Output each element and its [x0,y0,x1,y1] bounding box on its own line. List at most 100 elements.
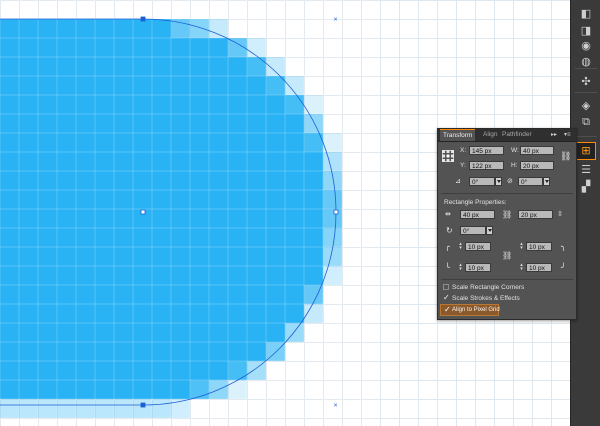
corner-br-stepper[interactable]: ▴ ▾ [519,263,524,272]
corner-type-tr-icon[interactable]: ╮ [561,242,566,251]
tab-align[interactable]: Align [480,129,500,141]
bounding-corner-handle[interactable]: × [334,17,338,24]
pixel-cell [266,57,285,76]
transform-icon[interactable]: ⊞ [576,142,596,160]
pathfinder-icon[interactable]: ▞ [577,179,595,195]
pixel-cell [38,95,57,114]
layers-icon[interactable]: ◈ [577,98,595,114]
align-icon[interactable]: ☰ [577,162,595,178]
corner-type-bl-icon[interactable]: ╰ [445,263,450,272]
corner-type-br-icon[interactable]: ╯ [561,263,566,272]
pixel-cell [114,152,133,171]
pixel-cell [285,95,304,114]
corner-tl-stepper[interactable]: ▴ ▾ [458,242,463,251]
pixel-cell [152,190,171,209]
rect-rotate-dropdown[interactable] [486,226,493,235]
anchor-point[interactable] [140,16,146,22]
link-wh-icon[interactable]: ⛓ [502,210,512,219]
align-pixel-grid-label: Align to Pixel Grid [452,307,500,313]
rect-width-field[interactable]: 40 px [460,210,495,219]
bounding-corner-handle[interactable]: × [334,403,338,410]
pixel-cell [19,114,38,133]
pixel-cell [266,285,285,304]
pixel-cell [57,171,76,190]
width-field[interactable]: 40 px [520,146,554,155]
corner-tl-field[interactable]: 10 px [465,242,491,251]
double-arrow-right-icon[interactable]: ▸▸ [551,130,557,140]
rect-rotate-field[interactable]: 0° [460,226,486,235]
pixel-cell [57,323,76,342]
pixel-cell [171,209,190,228]
pixel-cell [57,190,76,209]
corner-tr-field[interactable]: 10 px [526,242,552,251]
tab-transform[interactable]: Transform [440,129,476,141]
pixel-cell [57,152,76,171]
pixel-cell [152,285,171,304]
pixel-cell [247,76,266,95]
shear-dropdown[interactable] [543,177,550,186]
color-icon[interactable]: ◧ [577,6,595,22]
height-field[interactable]: 20 px [520,161,554,170]
scale-strokes-checkbox[interactable]: ✓ [443,294,450,302]
pixel-cell [266,323,285,342]
pixel-cell [38,114,57,133]
pixel-cell [152,133,171,152]
pixel-cell [133,38,152,57]
pixel-cell [57,342,76,361]
shear-field[interactable]: 0° [518,177,543,186]
appearance-icon[interactable]: ◉ [577,38,595,54]
pixel-cell [133,285,152,304]
color-guide-icon[interactable]: ◨ [577,23,595,39]
pixel-cell [76,247,95,266]
h-label: H: [511,162,518,169]
pixel-cell [76,361,95,380]
pixel-cell [0,380,19,399]
pixel-cell [114,38,133,57]
pixel-cell [266,228,285,247]
corner-br-field[interactable]: 10 px [526,263,552,272]
anchor-point[interactable] [333,209,339,215]
pixel-cell [323,228,342,247]
panel-menu-icon[interactable]: ▾≡ [564,130,571,140]
pixel-cell [228,342,247,361]
rect-height-field[interactable]: 20 px [518,210,553,219]
constrain-proportions-icon[interactable]: ⛓ [560,152,571,161]
pixel-cell [228,209,247,228]
rotate-dropdown[interactable] [495,177,502,186]
corner-bl-stepper[interactable]: ▴ ▾ [458,263,463,272]
corner-tr-stepper[interactable]: ▴ ▾ [519,242,524,251]
pixel-cell [304,152,323,171]
rotate-field[interactable]: 0° [469,177,495,186]
pixel-cell [133,133,152,152]
pixel-cell [19,152,38,171]
symbols-icon[interactable]: ✣ [577,74,595,90]
corner-bl-field[interactable]: 10 px [465,263,491,272]
y-field[interactable]: 122 px [469,161,504,170]
pixel-cell [247,228,266,247]
pixel-cell [19,38,38,57]
pixel-cell [76,19,95,38]
link-corners-icon[interactable]: ⛓ [502,251,512,260]
pixel-cell [0,323,19,342]
corner-type-tl-icon[interactable]: ╭ [445,242,450,251]
x-field[interactable]: 145 px [469,146,504,155]
pixel-cell [285,266,304,285]
artboards-icon[interactable]: ⧉ [577,114,595,130]
pixel-cell [171,57,190,76]
reference-point-icon[interactable] [442,150,454,162]
pixel-cell [152,380,171,399]
align-pixel-grid-row[interactable]: ✓ Align to Pixel Grid [440,304,500,316]
pixel-cell [228,190,247,209]
anchor-point[interactable] [140,402,146,408]
pixel-cell [228,228,247,247]
transform-panel: Transform Align Pathfinder ▸▸ ▾≡ X: 145 … [437,128,577,320]
pixel-cell [152,19,171,38]
pixel-cell [19,399,38,418]
pixel-cell [209,114,228,133]
tab-pathfinder[interactable]: Pathfinder [499,129,535,141]
pixel-cell [38,361,57,380]
align-pixel-grid-checkbox[interactable]: ✓ [444,306,451,314]
anchor-point[interactable] [140,209,146,215]
scale-corners-checkbox[interactable] [443,284,449,290]
pixel-cell [114,133,133,152]
